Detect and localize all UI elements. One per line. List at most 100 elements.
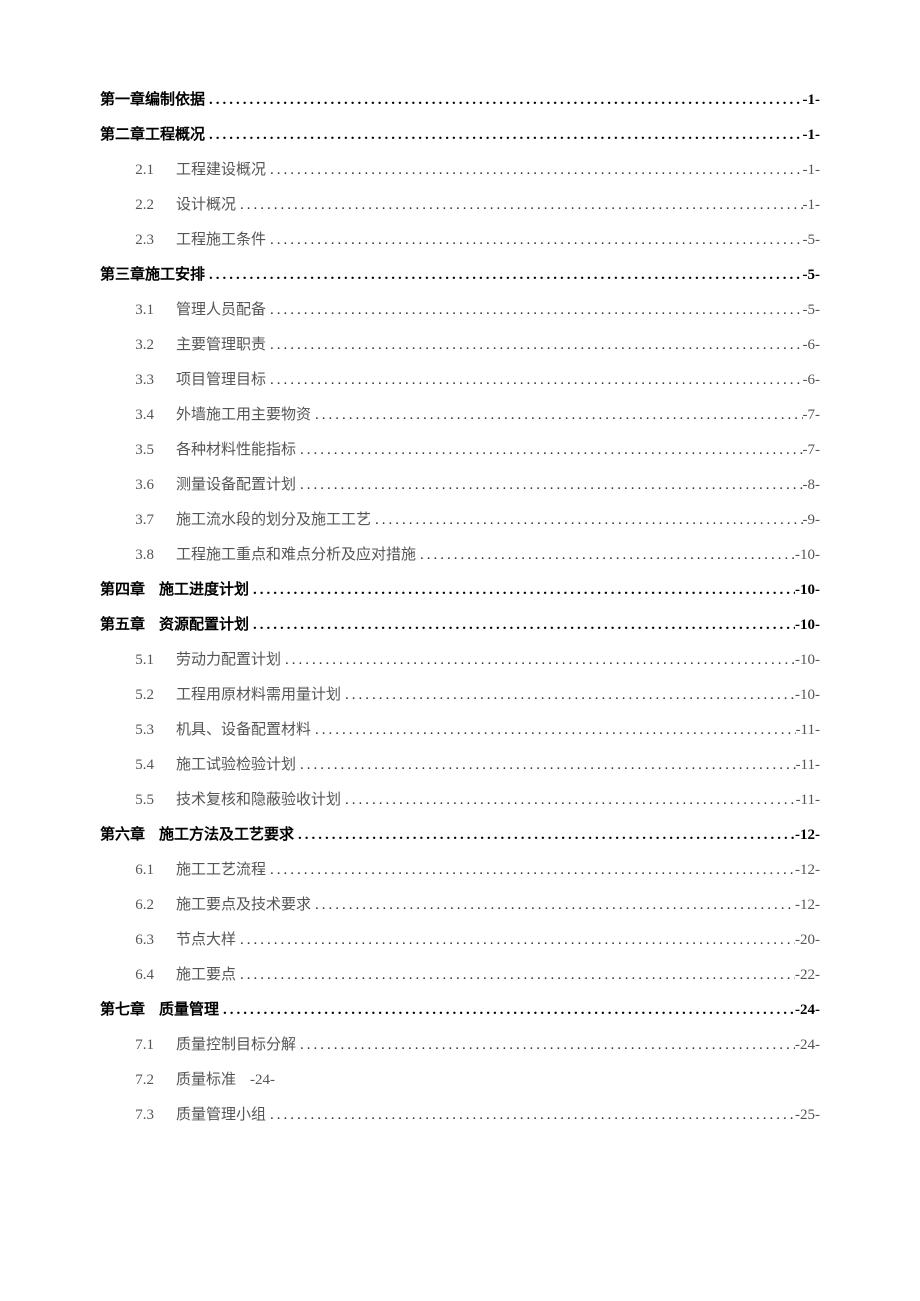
toc-section-title: 质量标准: [176, 1068, 236, 1089]
toc-page-number: -5-: [803, 302, 821, 319]
toc-section-title: 工程建设概况: [176, 158, 266, 179]
toc-leader-dots: ........................................…: [205, 127, 802, 144]
toc-section-title: 施工要点及技术要求: [176, 893, 311, 914]
toc-leader-dots: ........................................…: [219, 1002, 795, 1019]
toc-leader-dots: ........................................…: [266, 337, 802, 354]
toc-entry: 3.5各种材料性能指标.............................…: [100, 438, 820, 459]
toc-page-number: -10-: [795, 547, 820, 564]
toc-section-number: 7.3: [100, 1107, 176, 1124]
toc-section-title: 外墙施工用主要物资: [176, 403, 311, 424]
toc-section-title: 设计概况: [176, 193, 236, 214]
toc-entry: 3.4外墙施工用主要物资............................…: [100, 403, 820, 424]
toc-leader-dots: ........................................…: [296, 757, 796, 774]
toc-section-title: 测量设备配置计划: [176, 473, 296, 494]
toc-section-number: 3.4: [100, 407, 176, 424]
toc-entry: 5.4施工试验检验计划.............................…: [100, 753, 820, 774]
toc-entry: 7.3质量管理小组...............................…: [100, 1103, 820, 1124]
toc-section-title: 工程施工条件: [176, 228, 266, 249]
toc-section-number: 5.5: [100, 792, 176, 809]
toc-section-number: 6.4: [100, 967, 176, 984]
toc-page-number: -24-: [795, 1002, 820, 1019]
toc-entry: 5.3机具、设备配置材料............................…: [100, 718, 820, 739]
toc-section-number: 2.2: [100, 197, 176, 214]
toc-section-number: 3.5: [100, 442, 176, 459]
toc-page-number: -10-: [795, 687, 820, 704]
toc-leader-dots: ........................................…: [341, 792, 796, 809]
toc-entry: 2.2设计概况.................................…: [100, 193, 820, 214]
toc-section-number: 2.1: [100, 162, 176, 179]
toc-section-title: 主要管理职责: [176, 333, 266, 354]
toc-page-number: -6-: [803, 372, 821, 389]
toc-chapter-text: 施工方法及工艺要求: [145, 823, 294, 844]
toc-section-title: 节点大样: [176, 928, 236, 949]
toc-leader-dots: ........................................…: [249, 582, 795, 599]
toc-leader-dots: ........................................…: [266, 302, 802, 319]
toc-section-title: 管理人员配备: [176, 298, 266, 319]
toc-section-number: 6.2: [100, 897, 176, 914]
toc-leader-dots: ........................................…: [266, 862, 795, 879]
toc-chapter-text: 工程概况: [145, 123, 205, 144]
toc-chapter-text: 施工安排: [145, 263, 205, 284]
toc-section-number: 5.2: [100, 687, 176, 704]
toc-entry: 7.2质量标准-24-: [100, 1068, 820, 1089]
toc-leader-dots: ........................................…: [296, 477, 802, 494]
toc-chapter-title: 第二章: [100, 123, 145, 144]
toc-page-number: -20-: [795, 932, 820, 949]
toc-chapter-text: 编制依据: [145, 88, 205, 109]
toc-page-number: -22-: [795, 967, 820, 984]
toc-section-title: 质量管理小组: [176, 1103, 266, 1124]
toc-chapter-title: 第一章: [100, 88, 145, 109]
toc-page-number: -24-: [795, 1037, 820, 1054]
toc-page-number: -12-: [795, 862, 820, 879]
toc-chapter-title: 第五章: [100, 613, 145, 634]
toc-entry: 6.3节点大样.................................…: [100, 928, 820, 949]
toc-entry: 3.1管理人员配备...............................…: [100, 298, 820, 319]
toc-chapter-title: 第四章: [100, 578, 145, 599]
toc-section-title: 施工试验检验计划: [176, 753, 296, 774]
toc-leader-dots: ........................................…: [416, 547, 795, 564]
toc-page-number: -6-: [803, 337, 821, 354]
toc-entry: 5.1劳动力配置计划..............................…: [100, 648, 820, 669]
toc-page-number: -10-: [795, 617, 820, 634]
toc-page-number: -11-: [796, 792, 820, 809]
toc-chapter-text: 资源配置计划: [145, 613, 249, 634]
toc-leader-dots: ........................................…: [281, 652, 795, 669]
toc-leader-dots: ........................................…: [236, 932, 795, 949]
toc-section-number: 3.6: [100, 477, 176, 494]
toc-section-number: 6.1: [100, 862, 176, 879]
toc-section-title: 施工要点: [176, 963, 236, 984]
toc-section-number: 3.7: [100, 512, 176, 529]
toc-leader-dots: ........................................…: [205, 267, 802, 284]
toc-entry: 7.1质量控制目标分解.............................…: [100, 1033, 820, 1054]
toc-page-number: -11-: [796, 757, 820, 774]
toc-leader-dots: ........................................…: [205, 92, 802, 109]
toc-leader-dots: ........................................…: [311, 897, 795, 914]
toc-section-number: 5.3: [100, 722, 176, 739]
toc-chapter-title: 第七章: [100, 998, 145, 1019]
toc-section-title: 劳动力配置计划: [176, 648, 281, 669]
toc-section-title: 施工工艺流程: [176, 858, 266, 879]
toc-page-number: -1-: [803, 92, 821, 109]
toc-entry: 3.7施工流水段的划分及施工工艺........................…: [100, 508, 820, 529]
toc-page-number: -5-: [803, 267, 821, 284]
toc-section-title: 机具、设备配置材料: [176, 718, 311, 739]
toc-page-number: -25-: [795, 1107, 820, 1124]
toc-section-number: 5.4: [100, 757, 176, 774]
toc-entry: 2.1工程建设概况...............................…: [100, 158, 820, 179]
toc-leader-dots: ........................................…: [236, 967, 795, 984]
toc-leader-dots: ........................................…: [266, 372, 802, 389]
toc-section-title: 项目管理目标: [176, 368, 266, 389]
toc-chapter-title: 第六章: [100, 823, 145, 844]
toc-entry: 第四章施工进度计划...............................…: [100, 578, 820, 599]
toc-page-number: -24-: [236, 1072, 275, 1089]
toc-page-number: -9-: [803, 512, 821, 529]
toc-entry: 2.3工程施工条件...............................…: [100, 228, 820, 249]
toc-section-title: 质量控制目标分解: [176, 1033, 296, 1054]
toc-page-number: -1-: [803, 197, 821, 214]
toc-page-number: -10-: [795, 652, 820, 669]
toc-entry: 6.1施工工艺流程...............................…: [100, 858, 820, 879]
toc-entry: 6.2施工要点及技术要求............................…: [100, 893, 820, 914]
toc-section-number: 3.1: [100, 302, 176, 319]
toc-entry: 第二章工程概况.................................…: [100, 123, 820, 144]
toc-section-number: 6.3: [100, 932, 176, 949]
